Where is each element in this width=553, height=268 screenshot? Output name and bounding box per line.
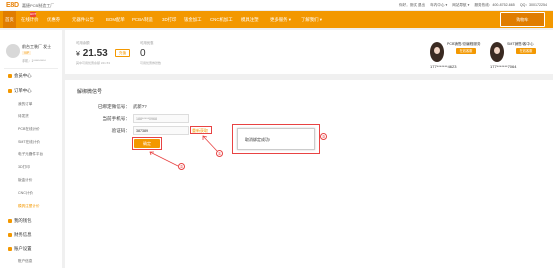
code-label: 验证码： bbox=[111, 128, 130, 133]
order-icon bbox=[8, 88, 12, 93]
rep-chat-button[interactable]: 在线客服 bbox=[516, 48, 536, 54]
top-bar: E8D 嘉捷PCB制造工厂 你好，测试 退出 年内中心 ▾ 网站导航 ▾ 服务热… bbox=[0, 0, 553, 11]
sidebar-item-cnc[interactable]: CNC计价 bbox=[18, 191, 33, 196]
nav-online-quote[interactable]: 在线计价 bbox=[21, 17, 39, 23]
sidebar-item-my-orders[interactable]: 我的订单 bbox=[18, 102, 32, 107]
nav-mold[interactable]: 模具注塑 bbox=[241, 17, 259, 23]
top-link-sitemap[interactable]: 网站导航 ▾ bbox=[452, 3, 469, 7]
rep-phone: 177*******7064 bbox=[490, 64, 517, 69]
section-divider bbox=[65, 74, 553, 80]
wechat-label: 已绑定微信号： bbox=[97, 104, 130, 109]
site-subtitle: 嘉捷PCB制造工厂 bbox=[22, 3, 55, 8]
cart-button[interactable]: 购物车 bbox=[500, 12, 545, 27]
coupon-value: 0 bbox=[140, 48, 146, 59]
nav-components[interactable]: 元器件公告 bbox=[72, 17, 94, 23]
top-hotline: 服务热线：400-8752-665 bbox=[474, 3, 515, 7]
finance-icon bbox=[8, 232, 12, 237]
coupon-note: 可用优惠券张数 bbox=[140, 61, 162, 65]
sidebar-divider bbox=[4, 68, 58, 69]
nav-more-services[interactable]: 更多服务 ▾ bbox=[270, 17, 291, 23]
recharge-button[interactable]: 充值 bbox=[115, 49, 130, 57]
annotation-box-1 bbox=[190, 126, 212, 134]
cart-label: 购物车 bbox=[516, 17, 529, 22]
nav-coupons[interactable]: 优惠券 bbox=[47, 17, 60, 23]
success-dialog: 取消绑定成功! bbox=[237, 128, 315, 150]
page-title: 解绑微信号 bbox=[77, 89, 103, 95]
rep-avatar bbox=[490, 42, 504, 62]
sidebar-item-finance[interactable]: 财务信息 bbox=[8, 232, 32, 238]
phone-field[interactable]: 188*****0968 bbox=[133, 114, 189, 123]
user-level-badge: VIP bbox=[22, 51, 32, 55]
sales-rep-smt: SMT销售/客中心 在线客服 177*******7064 bbox=[490, 40, 552, 69]
main-nav: 首页 在线计价 HOT 优惠券 元器件公告 BOM配单 PCBA制造 3D打印 … bbox=[0, 11, 553, 28]
rep-title: SMT销售/客中心 bbox=[507, 42, 534, 46]
sidebar-item-order-center[interactable]: 订单中心 bbox=[8, 88, 32, 94]
phone-label: 当前手机号： bbox=[102, 116, 130, 121]
rep-phone: 177*******4623 bbox=[430, 64, 457, 69]
annotation-box-2 bbox=[132, 137, 162, 150]
balance-label: 可用余额 bbox=[76, 41, 90, 45]
sidebar-item-account-settings[interactable]: 账户设置 bbox=[8, 246, 32, 252]
nav-bom[interactable]: BOM配单 bbox=[106, 17, 125, 23]
sidebar-item-components[interactable]: 电子元器件平台 bbox=[18, 152, 43, 157]
site-logo[interactable]: E8D bbox=[6, 2, 19, 9]
rep-chat-button[interactable]: 在线客服 bbox=[456, 48, 476, 54]
balance-amount: ¥ 21.53 bbox=[76, 48, 108, 59]
annotation-marker-1: ① bbox=[216, 150, 223, 157]
coupon-label: 可用优惠 bbox=[140, 41, 154, 45]
code-input[interactable]: 387389 bbox=[133, 126, 189, 135]
nav-pcba[interactable]: PCBA制造 bbox=[132, 17, 153, 23]
top-link-center[interactable]: 年内中心 ▾ bbox=[430, 3, 447, 7]
wechat-value: 武新?? bbox=[133, 104, 147, 109]
nav-3d-print[interactable]: 3D打印 bbox=[162, 17, 176, 23]
sidebar-item-account-info[interactable]: 账户信息 bbox=[18, 259, 32, 264]
avatar[interactable] bbox=[6, 44, 20, 58]
success-message: 取消绑定成功! bbox=[245, 137, 271, 142]
sidebar-item-pcb-quote[interactable]: PCB在线计价 bbox=[18, 127, 40, 132]
annotation-marker-3: ③ bbox=[320, 133, 327, 140]
wallet-icon bbox=[8, 218, 12, 223]
nav-sheet-metal[interactable]: 钣金加工 bbox=[184, 17, 202, 23]
sales-rep-pcb: PCB销售/总编程服务 在线客服 177*******4623 bbox=[430, 40, 492, 69]
user-name: 前台工装厂 发士 bbox=[22, 44, 52, 49]
sidebar-item-mold[interactable]: 模具注塑计价 bbox=[18, 204, 40, 209]
user-phone: 手机：1********** bbox=[22, 59, 46, 63]
sidebar-item-pending[interactable]: 待发货 bbox=[18, 114, 29, 119]
annotation-marker-2: ② bbox=[178, 163, 185, 170]
sidebar-item-smt-quote[interactable]: SMT在线计价 bbox=[18, 140, 40, 145]
sidebar-item-sheet-metal[interactable]: 钣金计价 bbox=[18, 178, 32, 183]
sidebar-item-member-center[interactable]: 会员中心 bbox=[8, 73, 32, 79]
top-qq: QQ：300172254 bbox=[519, 3, 547, 7]
top-links: 你好，测试 退出 年内中心 ▾ 网站导航 ▾ 服务热线：400-8752-665… bbox=[395, 3, 547, 8]
settings-icon bbox=[8, 246, 12, 251]
nav-home[interactable]: 首页 bbox=[3, 11, 16, 28]
nav-about[interactable]: 了解我们 ▾ bbox=[301, 17, 322, 23]
rep-avatar bbox=[430, 42, 444, 62]
sidebar-item-3d-print[interactable]: 3D打印 bbox=[18, 165, 30, 170]
home-icon bbox=[8, 73, 12, 78]
rep-title: PCB销售/总编程服务 bbox=[447, 42, 481, 46]
nav-cnc[interactable]: CNC机加工 bbox=[210, 17, 233, 23]
sidebar-item-wallet[interactable]: 我的钱包 bbox=[8, 218, 32, 224]
balance-note: 其中可用优惠余额 ¥21.53 bbox=[76, 61, 111, 65]
top-link-user[interactable]: 你好，测试 退出 bbox=[399, 3, 425, 7]
hot-badge: HOT bbox=[30, 12, 37, 17]
